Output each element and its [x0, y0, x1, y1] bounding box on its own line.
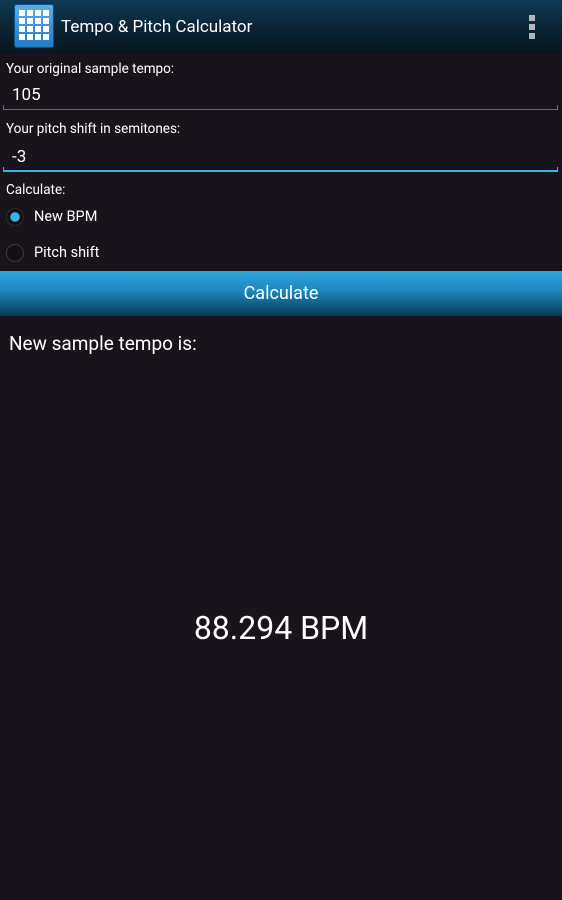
radio-checked-icon[interactable]	[6, 208, 24, 226]
radio-pitch-shift-label: Pitch shift	[34, 244, 100, 261]
pitch-label: Your pitch shift in semitones:	[6, 121, 181, 137]
radio-new-bpm[interactable]: New BPM	[6, 206, 306, 232]
pitch-input-value: -3	[12, 147, 27, 167]
pitch-input[interactable]: -3	[3, 146, 558, 172]
radio-unchecked-icon[interactable]	[6, 244, 24, 262]
pitch-input-tick-right	[557, 167, 558, 172]
tempo-input[interactable]: 105	[3, 84, 558, 110]
radio-pitch-shift[interactable]: Pitch shift	[6, 242, 306, 268]
result-value: 88.294 BPM	[193, 609, 369, 647]
pitch-input-underline	[3, 170, 558, 172]
radio-new-bpm-label: New BPM	[34, 208, 98, 225]
overflow-menu-icon[interactable]	[520, 12, 544, 42]
grid-app-icon[interactable]	[14, 4, 54, 48]
action-bar: Tempo & Pitch Calculator	[0, 0, 562, 53]
tempo-input-underline	[3, 109, 558, 110]
tempo-input-tick-left	[3, 105, 4, 110]
calculate-mode-label: Calculate:	[6, 182, 66, 198]
pitch-input-tick-left	[3, 167, 4, 172]
tempo-input-tick-right	[557, 105, 558, 110]
tempo-label: Your original sample tempo:	[6, 61, 175, 77]
tempo-input-value: 105	[12, 85, 41, 105]
screen: Tempo & Pitch Calculator Your original s…	[0, 0, 562, 900]
app-title: Tempo & Pitch Calculator	[61, 17, 253, 37]
result-label: New sample tempo is:	[9, 332, 197, 355]
calculate-button[interactable]: Calculate	[0, 271, 562, 316]
